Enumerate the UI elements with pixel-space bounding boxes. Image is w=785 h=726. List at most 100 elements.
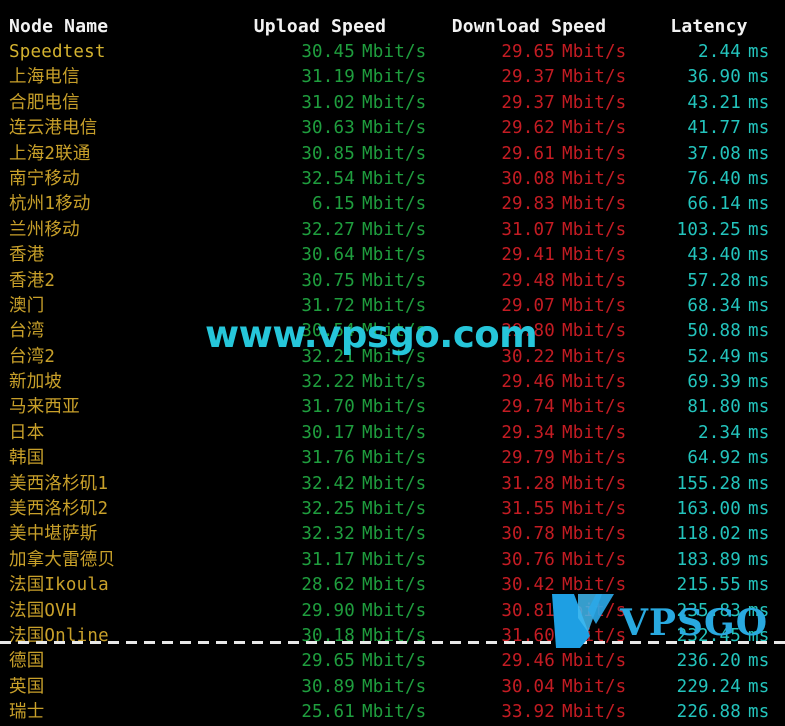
cell-upload-unit: Mbit/s <box>362 245 427 266</box>
cell-node-name: 美西洛杉矶1 <box>9 473 109 494</box>
cell-upload-unit: Mbit/s <box>362 524 427 545</box>
cell-download-speed: 31.07 <box>501 219 555 240</box>
cell-node-name: 连云港电信 <box>9 118 98 139</box>
cell-download-speed: 30.42 <box>501 575 555 596</box>
cell-upload-unit: Mbit/s <box>362 499 427 520</box>
cell-latency: 235.83 <box>676 600 741 621</box>
cell-upload-unit: Mbit/s <box>362 143 427 164</box>
cell-node-name: 德国 <box>9 651 45 672</box>
cell-upload-speed: 32.32 <box>301 524 355 545</box>
cell-upload-unit: Mbit/s <box>362 321 427 342</box>
cell-download-speed: 29.83 <box>501 194 555 215</box>
cell-latency-unit: ms <box>748 448 770 469</box>
table-row: 法国OVH 29.90 Mbit/s 30.81 Mbit/s 235.83 ms <box>0 599 785 624</box>
cell-download-speed: 29.74 <box>501 397 555 418</box>
cell-node-name: 香港 <box>9 245 45 266</box>
cell-download-speed: 30.22 <box>501 346 555 367</box>
cell-node-name: Speedtest <box>9 42 106 62</box>
table-row: Speedtest 30.45 Mbit/s 29.65 Mbit/s 2.44 ms <box>0 40 785 65</box>
cell-latency-unit: ms <box>748 67 770 88</box>
cell-latency-unit: ms <box>748 575 770 596</box>
cell-latency-unit: ms <box>748 549 770 570</box>
cell-download-unit: Mbit/s <box>562 473 627 494</box>
cell-upload-unit: Mbit/s <box>362 194 427 215</box>
cell-node-name: 台湾2 <box>9 346 56 367</box>
cell-upload-speed: 31.76 <box>301 448 355 469</box>
cell-latency-unit: ms <box>748 219 770 240</box>
cell-latency-unit: ms <box>748 346 770 367</box>
cell-download-unit: Mbit/s <box>562 397 627 418</box>
cell-upload-speed: 32.21 <box>301 346 355 367</box>
cell-download-unit: Mbit/s <box>562 448 627 469</box>
table-row: 台湾 30.54 Mbit/s 29.80 Mbit/s 50.88 ms <box>0 319 785 344</box>
cell-node-name: 上海2联通 <box>9 143 91 164</box>
cell-upload-speed: 32.22 <box>301 372 355 393</box>
table-row: 法国Online 30.18 Mbit/s 31.60 Mbit/s 232.45 ms <box>0 624 785 649</box>
cell-latency: 50.88 <box>687 321 741 342</box>
cell-latency-unit: ms <box>748 295 770 316</box>
cell-upload-unit: Mbit/s <box>362 219 427 240</box>
table-row: 日本 30.17 Mbit/s 29.34 Mbit/s 2.34 ms <box>0 421 785 446</box>
cell-upload-speed: 25.61 <box>301 702 355 723</box>
cell-latency-unit: ms <box>748 625 770 646</box>
cell-download-unit: Mbit/s <box>562 676 627 697</box>
table-row: 美西洛杉矶1 32.42 Mbit/s 31.28 Mbit/s 155.28 ms <box>0 472 785 497</box>
table-row: 德国 29.65 Mbit/s 29.46 Mbit/s 236.20 ms <box>0 649 785 674</box>
cell-download-unit: Mbit/s <box>562 422 627 443</box>
cell-latency-unit: ms <box>748 143 770 164</box>
cell-latency-unit: ms <box>748 702 770 723</box>
column-header-latency: Latency <box>670 16 748 37</box>
table-row: 加拿大雷德贝 31.17 Mbit/s 30.76 Mbit/s 183.89 ms <box>0 548 785 573</box>
cell-node-name: 兰州移动 <box>9 219 80 240</box>
cell-download-unit: Mbit/s <box>562 143 627 164</box>
cell-latency-unit: ms <box>748 42 770 62</box>
cell-upload-speed: 29.90 <box>301 600 355 621</box>
cell-upload-speed: 30.64 <box>301 245 355 266</box>
table-row: 台湾2 32.21 Mbit/s 30.22 Mbit/s 52.49 ms <box>0 345 785 370</box>
cell-node-name: 澳门 <box>9 295 45 316</box>
cell-latency: 43.21 <box>687 92 741 113</box>
cell-latency: 155.28 <box>676 473 741 494</box>
cell-upload-speed: 32.54 <box>301 168 355 189</box>
cell-upload-speed: 31.70 <box>301 397 355 418</box>
cell-latency-unit: ms <box>748 473 770 494</box>
cell-upload-speed: 32.27 <box>301 219 355 240</box>
cell-node-name: 法国Online <box>9 625 109 646</box>
table-row: 南宁移动 32.54 Mbit/s 30.08 Mbit/s 76.40 ms <box>0 167 785 192</box>
cell-latency-unit: ms <box>748 422 770 443</box>
cell-latency-unit: ms <box>748 270 770 291</box>
cell-download-speed: 29.48 <box>501 270 555 291</box>
cell-latency: 36.90 <box>687 67 741 88</box>
cell-upload-speed: 6.15 <box>312 194 355 215</box>
cell-upload-speed: 29.65 <box>301 651 355 672</box>
cell-download-unit: Mbit/s <box>562 295 627 316</box>
cell-download-speed: 33.92 <box>501 702 555 723</box>
cell-upload-speed: 32.42 <box>301 473 355 494</box>
cell-node-name: 杭州1移动 <box>9 194 91 215</box>
cell-latency: 69.39 <box>687 372 741 393</box>
cell-download-unit: Mbit/s <box>562 245 627 266</box>
cell-upload-unit: Mbit/s <box>362 422 427 443</box>
cell-download-unit: Mbit/s <box>562 499 627 520</box>
cell-download-unit: Mbit/s <box>562 600 627 621</box>
cell-download-speed: 29.07 <box>501 295 555 316</box>
cell-upload-unit: Mbit/s <box>362 600 427 621</box>
cell-upload-unit: Mbit/s <box>362 397 427 418</box>
cell-latency-unit: ms <box>748 397 770 418</box>
cell-download-unit: Mbit/s <box>562 625 627 646</box>
cell-download-speed: 31.60 <box>501 625 555 646</box>
cell-download-speed: 30.76 <box>501 549 555 570</box>
cell-upload-unit: Mbit/s <box>362 549 427 570</box>
cell-download-speed: 30.81 <box>501 600 555 621</box>
cell-latency-unit: ms <box>748 118 770 139</box>
cell-download-speed: 29.61 <box>501 143 555 164</box>
cell-download-speed: 31.28 <box>501 473 555 494</box>
table-row: 香港2 30.75 Mbit/s 29.48 Mbit/s 57.28 ms <box>0 269 785 294</box>
table-row: 美中堪萨斯 32.32 Mbit/s 30.78 Mbit/s 118.02 ms <box>0 522 785 547</box>
cell-download-speed: 29.34 <box>501 422 555 443</box>
cell-node-name: 新加坡 <box>9 372 63 393</box>
cell-download-unit: Mbit/s <box>562 118 627 139</box>
cell-download-speed: 29.46 <box>501 372 555 393</box>
table-row: 美西洛杉矶2 32.25 Mbit/s 31.55 Mbit/s 163.00 ms <box>0 497 785 522</box>
cell-upload-unit: Mbit/s <box>362 575 427 596</box>
